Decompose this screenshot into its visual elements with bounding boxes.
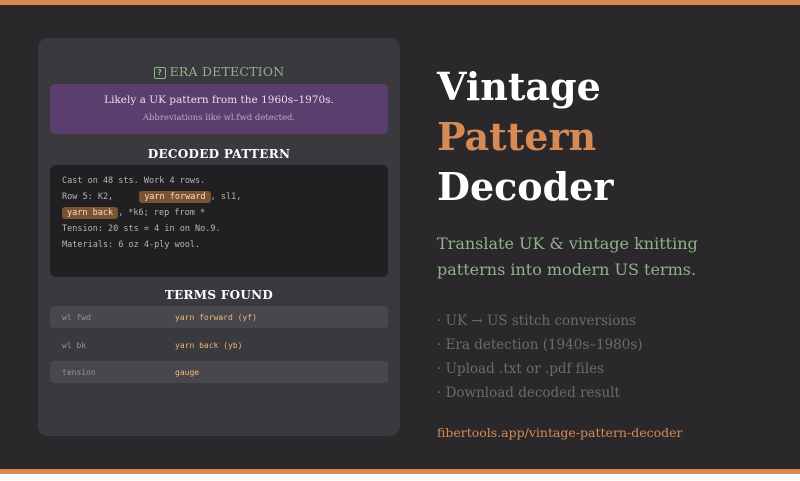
term-row: wl fwd yarn forward (yf) <box>50 306 388 328</box>
decoded-line-2: Row 5: K2, yarn forward, sl1, <box>62 191 242 203</box>
era-detection-heading: ? ERA DETECTION <box>38 64 400 79</box>
question-icon: ? <box>153 67 166 79</box>
term-uk: wl bk <box>62 341 87 350</box>
decoded-pattern-box: Cast on 48 sts. Work 4 rows. Row 5: K2, y… <box>50 165 388 277</box>
feature-item: · Download decoded result <box>437 385 620 401</box>
feature-item: · UK → US stitch conversions <box>437 313 636 329</box>
tagline-line-2: patterns into modern US terms. <box>437 260 697 279</box>
term-us: gauge <box>175 368 200 377</box>
decoded-line-3-end: , *k6; rep from * <box>118 208 206 218</box>
decoded-line-5: Materials: 6 oz 4-ply wool. <box>62 240 201 250</box>
term-row: wl bk yarn back (yb) <box>50 334 388 356</box>
app-url-link[interactable]: fibertools.app/vintage-pattern-decoder <box>437 425 683 440</box>
term-row: tension gauge <box>50 361 388 383</box>
decoded-pattern-title: DECODED PATTERN <box>147 147 291 161</box>
term-uk: wl fwd <box>62 313 91 322</box>
era-detection-title: ERA DETECTION <box>169 64 285 79</box>
terms-found-title: TERMS FOUND <box>164 288 274 302</box>
era-result-note: Abbreviations like wl.fwd detected. <box>142 113 296 123</box>
decoded-line-4: Tension: 20 sts = 4 in on No.9. <box>62 224 221 234</box>
term-us: yarn back (yb) <box>175 341 243 350</box>
hero-title-line-2: Pattern <box>437 114 597 159</box>
feature-item: · Upload .txt or .pdf files <box>437 361 605 377</box>
decoded-line-3: yarn back, *k6; rep from * <box>62 207 206 219</box>
term-us: yarn forward (yf) <box>175 313 257 322</box>
decoded-line-1: Cast on 48 sts. Work 4 rows. <box>62 176 206 186</box>
top-accent-bar <box>0 0 800 5</box>
feature-item: · Era detection (1940s–1980s) <box>437 337 643 353</box>
highlight-yarn-back: yarn back <box>62 207 119 219</box>
hero-title-line-1: Vintage <box>437 64 601 109</box>
highlight-yarn-forward: yarn forward <box>139 191 211 203</box>
hero-title-line-3: Decoder <box>437 164 614 209</box>
decoded-line-2-start: Row 5: K2, <box>62 192 114 202</box>
term-uk: tension <box>62 368 96 377</box>
tagline-line-1: Translate UK & vintage knitting <box>437 234 698 253</box>
decoder-preview-card: ? ERA DETECTION Likely a UK pattern from … <box>38 38 400 436</box>
decoded-line-2-end: , sl1, <box>210 192 242 202</box>
era-result-text: Likely a UK pattern from the 1960s–1970s… <box>104 94 334 106</box>
era-result-box: Likely a UK pattern from the 1960s–1970s… <box>50 84 388 134</box>
bottom-strip <box>0 474 800 481</box>
